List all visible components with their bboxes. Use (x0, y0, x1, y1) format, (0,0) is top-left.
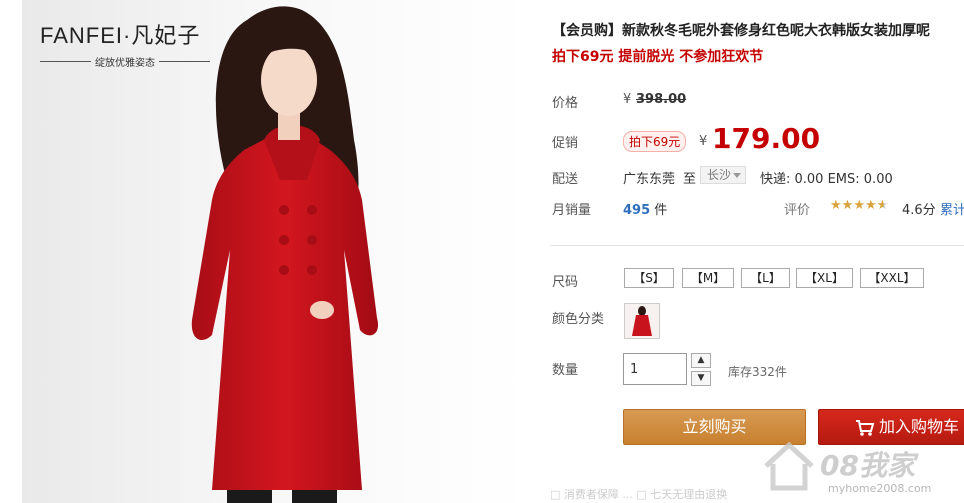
chevron-down-icon (733, 173, 741, 178)
shipping-from: 广东东莞 (623, 172, 676, 187)
promo-price: 179.00 (712, 122, 821, 155)
site-watermark: 08我家 myhome2008.com (758, 440, 964, 503)
star-half-icon: ★ (876, 198, 889, 213)
shipping-to-word: 至 (683, 172, 697, 187)
rating-score: 4.6分 (902, 203, 936, 218)
promo-currency: ¥ (699, 134, 708, 149)
promo-label: 促销 (552, 136, 579, 151)
star-icon: ★ (864, 198, 877, 213)
size-option-m[interactable]: 【M】 (682, 268, 734, 288)
watermark-url: myhome2008.com (828, 482, 932, 495)
rating-stars: ★ ★ ★ ★ ★ (830, 198, 888, 214)
cumulative-reviews-link[interactable]: 累计 (940, 199, 964, 218)
product-image[interactable]: FANFEI·凡妃子 绽放优雅姿态 (22, 0, 530, 503)
size-option-s[interactable]: 【S】 (624, 268, 674, 288)
divider (550, 245, 964, 246)
size-option-l[interactable]: 【L】 (741, 268, 790, 288)
house-icon (764, 441, 814, 491)
product-title: 【会员购】新款秋冬毛呢外套修身红色呢大衣韩版女装加厚呢 (552, 23, 930, 39)
star-icon: ★ (853, 198, 865, 213)
quantity-input[interactable]: 1 (623, 353, 687, 385)
shipping-label: 配送 (552, 172, 579, 187)
monthly-sales-count: 495 (623, 203, 651, 218)
model-in-red-coat (191, 6, 379, 503)
size-option-xxl[interactable]: 【XXL】 (860, 268, 924, 288)
product-subtitle: 拍下69元 提前脱光 不参加狂欢节 (552, 49, 764, 65)
destination-select[interactable]: 长沙 (700, 166, 746, 184)
stock-count: 库存332件 (728, 365, 787, 379)
quantity-label: 数量 (552, 363, 579, 378)
chevron-down-icon[interactable]: ▼ (691, 371, 711, 386)
monthly-sales-label: 月销量 (552, 203, 592, 218)
watermark-text: 08我家 (820, 449, 915, 482)
monthly-sales-unit: 件 (654, 203, 668, 218)
star-icon: ★ (841, 198, 854, 213)
price-currency: ¥ (623, 92, 632, 107)
promo-badge: 拍下69元 (623, 131, 687, 152)
shopping-cart-icon (856, 420, 875, 436)
size-option-xl[interactable]: 【XL】 (796, 268, 853, 288)
size-label: 尺码 (552, 275, 579, 290)
brand-tagline: 绽放优雅姿态 (95, 58, 155, 69)
color-swatch-red[interactable] (624, 303, 660, 339)
product-info-panel: 【会员购】新款秋冬毛呢外套修身红色呢大衣韩版女装加厚呢 拍下69元 提前脱光 不… (550, 0, 964, 503)
original-price: 398.00 (636, 92, 687, 107)
shipping-fees: 快递: 0.00 EMS: 0.00 (760, 172, 893, 187)
red-coat-thumbnail (632, 306, 652, 336)
destination-value: 长沙 (707, 168, 732, 182)
color-label: 颜色分类 (552, 312, 605, 327)
add-to-cart-label: 加入购物车 (879, 417, 960, 436)
rating-label: 评价 (784, 203, 811, 218)
price-label: 价格 (552, 96, 579, 111)
chevron-up-icon[interactable]: ▲ (691, 353, 711, 368)
star-icon: ★ (830, 198, 842, 213)
